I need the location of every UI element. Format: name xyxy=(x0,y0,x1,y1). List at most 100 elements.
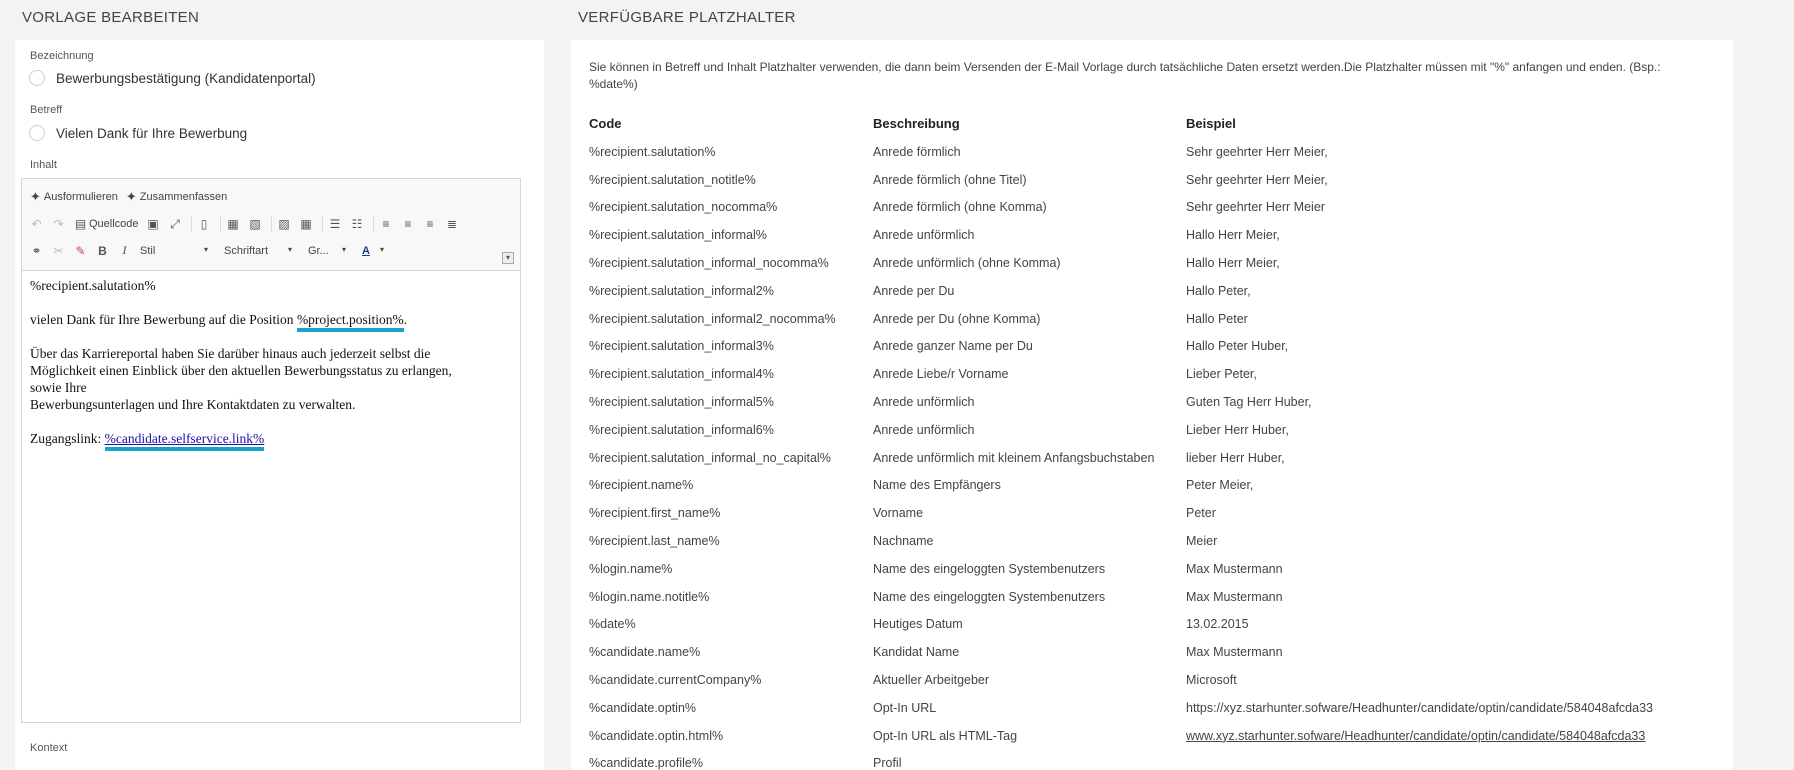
align-center-icon[interactable]: ≡ xyxy=(402,217,415,231)
cell-beispiel: https://xyz.starhunter.sofware/Headhunte… xyxy=(1186,700,1653,715)
bold-button[interactable]: B xyxy=(96,244,109,258)
cell-beschreibung: Anrede förmlich (ohne Titel) xyxy=(873,172,1027,187)
align-right-icon[interactable]: ≡ xyxy=(424,217,437,231)
cell-beschreibung: Anrede förmlich (ohne Komma) xyxy=(873,200,1047,215)
cell-beschreibung: Profil xyxy=(873,756,902,770)
ausformulieren-button[interactable]: ✦ Ausformulieren xyxy=(30,189,118,205)
groesse-dropdown[interactable]: Gr... ▾ xyxy=(308,245,346,257)
stil-dropdown[interactable]: Stil ▾ xyxy=(140,245,208,257)
table-row: %recipient.salutation_informal2% Anrede p… xyxy=(589,277,1686,305)
table-icon[interactable]: ▦ xyxy=(300,217,313,231)
kontext-label: Kontext xyxy=(30,742,68,754)
font-color-icon: A xyxy=(362,244,370,257)
betreff-field[interactable]: Vielen Dank für Ihre Bewerbung xyxy=(29,125,247,141)
cell-beschreibung: Name des eingeloggten Systembenutzers xyxy=(873,561,1106,576)
cell-beispiel: Lieber Herr Huber, xyxy=(1186,422,1289,437)
table-row: %recipient.salutation_informal_nocomma% A… xyxy=(589,249,1686,277)
table-row: %recipient.first_name% Vorname Peter xyxy=(589,499,1686,527)
cell-code: %recipient.salutation_informal3% xyxy=(589,339,774,354)
cell-code: %candidate.optin.html% xyxy=(589,728,724,743)
paste-text-icon[interactable]: ▧ xyxy=(249,217,262,231)
cell-beispiel xyxy=(1186,750,1686,770)
chevron-down-icon: ▾ xyxy=(287,244,292,254)
cell-beschreibung: Opt-In URL xyxy=(873,700,937,715)
cell-code: %login.name.notitle% xyxy=(589,589,710,604)
content-paragraph-2: Über das Karriereportal haben Sie darübe… xyxy=(30,346,452,412)
betreff-value: Vielen Dank für Ihre Bewerbung xyxy=(56,125,248,141)
undo-icon[interactable]: ↶ xyxy=(30,217,43,231)
italic-button[interactable]: I xyxy=(118,243,131,258)
document-icon[interactable]: ▯ xyxy=(198,217,211,231)
align-left-icon[interactable]: ≡ xyxy=(380,217,393,231)
table-row: %date% Heutiges Datum 13.02.2015 xyxy=(589,611,1686,639)
table-row: %candidate.optin.html% Opt-In URL als HTM… xyxy=(589,722,1686,750)
cell-code: %recipient.salutation_notitle% xyxy=(589,172,756,187)
font-color-dropdown[interactable]: A ▾ xyxy=(362,245,384,257)
chevron-down-icon: ▾ xyxy=(379,244,384,254)
bullet-list-icon[interactable]: ☷ xyxy=(351,217,364,231)
schriftart-dropdown[interactable]: Schriftart ▾ xyxy=(224,245,292,257)
cell-beschreibung: Anrede unförmlich xyxy=(873,395,975,410)
toolbar-collapse-icon[interactable]: ▾ xyxy=(502,252,514,264)
toolbar-divider xyxy=(321,216,323,232)
rich-text-editor[interactable]: ✦ Ausformulieren ✦ Zusammenfassen ↶ ↷ ▤ … xyxy=(21,178,521,723)
cell-code: %date% xyxy=(589,617,636,632)
table-row: %recipient.salutation_informal% Anrede un… xyxy=(589,221,1686,249)
image-icon[interactable]: ▨ xyxy=(278,217,291,231)
cell-beispiel: Max Mustermann xyxy=(1186,589,1283,604)
cell-code: %recipient.name% xyxy=(589,478,694,493)
eraser-icon[interactable]: ✎ xyxy=(74,244,87,258)
link-icon[interactable]: ⚭ xyxy=(30,244,43,258)
table-row: %candidate.currentCompany% Aktueller Arbe… xyxy=(589,666,1686,694)
sparkle-icon: ✦ xyxy=(30,189,41,204)
cell-code: %candidate.name% xyxy=(589,645,701,660)
numbered-list-icon[interactable]: ☰ xyxy=(329,217,342,231)
cell-code: %candidate.profile% xyxy=(589,756,703,770)
redo-icon[interactable]: ↷ xyxy=(52,217,65,231)
selfservice-link[interactable]: %candidate.selfservice.link% xyxy=(104,431,265,451)
cell-beispiel: Hallo Peter Huber, xyxy=(1186,339,1289,354)
cell-code: %recipient.salutation_informal_nocomma% xyxy=(589,256,829,271)
toolbar-divider xyxy=(270,216,272,232)
save-icon[interactable]: ▣ xyxy=(147,217,160,231)
betreff-label: Betreff xyxy=(30,104,63,116)
cell-code: %recipient.salutation% xyxy=(589,144,716,159)
sparkle-icon: ✦ xyxy=(125,189,137,204)
chevron-down-icon: ▾ xyxy=(341,244,346,254)
align-justify-icon[interactable]: ≣ xyxy=(446,217,459,231)
content-paragraph-1: vielen Dank für Ihre Bewerbung auf die P… xyxy=(30,311,512,332)
cell-beschreibung: Anrede per Du xyxy=(873,283,955,298)
cell-beispiel: Peter Meier, xyxy=(1186,478,1254,493)
table-row: %login.name.notitle% Name des eingeloggte… xyxy=(589,583,1686,611)
bezeichnung-field[interactable]: Bewerbungsbestätigung (Kandidatenportal) xyxy=(29,70,316,86)
table-row: %recipient.salutation_informal4% Anrede L… xyxy=(589,360,1686,388)
cell-beschreibung: Anrede per Du (ohne Komma) xyxy=(873,311,1041,326)
unlink-icon[interactable]: ✂ xyxy=(52,244,65,258)
cell-beispiel: Peter xyxy=(1186,506,1216,521)
table-row: %recipient.salutation_nocomma% Anrede för… xyxy=(589,194,1686,222)
cell-code: %recipient.salutation_nocomma% xyxy=(589,200,778,215)
quellcode-button[interactable]: ▤ Quellcode xyxy=(74,217,139,231)
cell-beispiel: Meier xyxy=(1186,534,1218,549)
cell-beispiel: Guten Tag Herr Huber, xyxy=(1186,395,1312,410)
cell-beispiel: Hallo Herr Meier, xyxy=(1186,228,1280,243)
chevron-down-icon: ▾ xyxy=(203,244,208,254)
paste-icon[interactable]: ▦ xyxy=(227,217,240,231)
cell-beschreibung: Nachname xyxy=(873,534,934,549)
zusammenfassen-button[interactable]: ✦ Zusammenfassen xyxy=(126,189,227,205)
cell-beschreibung: Vorname xyxy=(873,506,924,521)
cell-beispiel-link[interactable]: www.xyz.starhunter.sofware/Headhunter/ca… xyxy=(1186,722,1686,750)
template-edit-panel: Bezeichnung Bewerbungsbestätigung (Kandi… xyxy=(15,40,544,770)
betreff-radio[interactable] xyxy=(29,125,45,141)
cell-code: %recipient.salutation_informal% xyxy=(589,228,767,243)
cell-code: %recipient.salutation_informal_no_capita… xyxy=(589,450,831,465)
maximize-icon[interactable]: ⤢ xyxy=(169,217,182,232)
content-salutation: %recipient.salutation% xyxy=(30,278,156,293)
cell-beispiel: Hallo Peter, xyxy=(1186,283,1251,298)
editor-content[interactable]: %recipient.salutation% vielen Dank für I… xyxy=(22,271,520,470)
cell-beispiel: Sehr geehrter Herr Meier, xyxy=(1186,144,1328,159)
table-row: %recipient.salutation% Anrede förmlich Seh… xyxy=(589,138,1686,166)
table-row: %recipient.last_name% Nachname Meier xyxy=(589,527,1686,555)
bezeichnung-radio[interactable] xyxy=(29,70,45,86)
placeholders-panel: Sie können in Betreff und Inhalt Platzha… xyxy=(571,40,1733,770)
